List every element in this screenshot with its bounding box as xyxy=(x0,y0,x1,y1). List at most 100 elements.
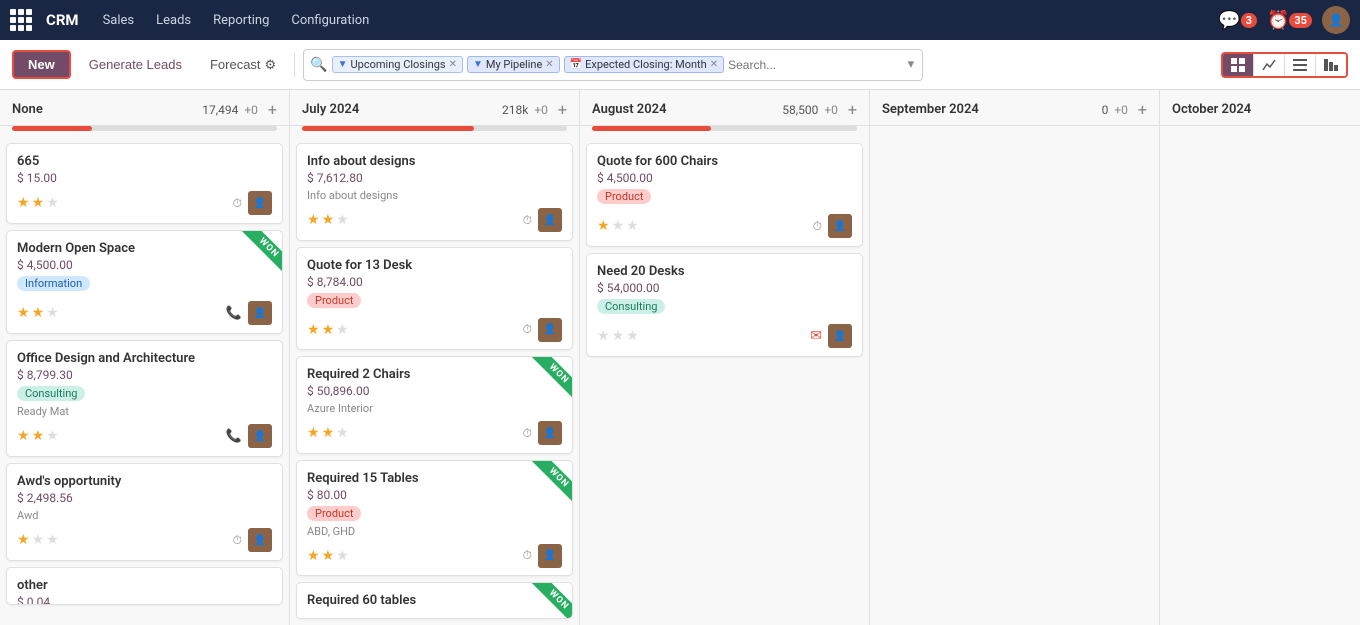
filter-tag-pipeline-close[interactable]: ✕ xyxy=(545,59,553,70)
card-avatar-c1: 👤 xyxy=(248,191,272,215)
kanban-card-j5[interactable]: WON Required 60 tables xyxy=(296,582,573,619)
card-subtitle-c4: Awd xyxy=(17,509,272,522)
card-title-c5: other xyxy=(17,578,272,593)
search-bar[interactable]: 🔍 ▼ Upcoming Closings ✕ ▼ My Pipeline ✕ … xyxy=(303,49,923,81)
card-stars-j2[interactable]: ★★★ xyxy=(307,322,349,338)
search-input[interactable] xyxy=(728,58,902,72)
column-amount-sep2024: 0 xyxy=(1102,103,1109,117)
column-title-none: None xyxy=(12,102,196,117)
kanban-card-j1[interactable]: Info about designs $ 7,612.80 Info about… xyxy=(296,143,573,241)
star-2: ★ xyxy=(32,305,45,321)
column-delta-none: +0 xyxy=(244,103,258,117)
star-3: ★ xyxy=(626,328,639,344)
card-footer-j4: ★★★ ⏱ 👤 xyxy=(307,544,562,568)
card-stars-j4[interactable]: ★★★ xyxy=(307,548,349,564)
star-3: ★ xyxy=(336,212,349,228)
clock-icon[interactable]: ⏰35 xyxy=(1267,10,1312,31)
filter-tag-pipeline[interactable]: ▼ My Pipeline ✕ xyxy=(467,56,560,73)
star-3: ★ xyxy=(46,305,59,321)
card-avatar-a1: 👤 xyxy=(828,214,852,238)
column-cards-sep2024 xyxy=(870,126,1159,625)
star-3: ★ xyxy=(46,195,59,211)
view-graph-button[interactable] xyxy=(1254,54,1285,76)
card-amount-c5: $ 0.04 xyxy=(17,595,272,605)
star-2: ★ xyxy=(322,425,335,441)
kanban-card-c5[interactable]: other $ 0.04 xyxy=(6,567,283,605)
card-amount-c1: $ 15.00 xyxy=(17,171,272,185)
kanban-card-j3[interactable]: WON Required 2 Chairs $ 50,896.00 Azure … xyxy=(296,356,573,454)
card-amount-j3: $ 50,896.00 xyxy=(307,384,562,398)
card-stars-c4[interactable]: ★★★ xyxy=(17,532,59,548)
nav-configuration[interactable]: Configuration xyxy=(283,9,377,32)
column-add-sep2024[interactable]: + xyxy=(1138,100,1147,119)
kanban-card-c2[interactable]: WON Modern Open Space $ 4,500.00 Informa… xyxy=(6,230,283,334)
column-header-july2024: July 2024 218k +0 + xyxy=(290,90,579,126)
card-tag-c2: Information xyxy=(17,276,90,291)
card-stars-a1[interactable]: ★★★ xyxy=(597,218,639,234)
star-3: ★ xyxy=(336,322,349,338)
card-stars-c1[interactable]: ★★★ xyxy=(17,195,59,211)
kanban-column-sep2024: September 2024 0 +0 + xyxy=(870,90,1160,625)
kanban-card-j4[interactable]: WON Required 15 Tables $ 80.00 Product A… xyxy=(296,460,573,576)
card-tag-c3: Consulting xyxy=(17,386,85,401)
card-stars-a2[interactable]: ★★★ xyxy=(597,328,639,344)
nav-leads[interactable]: Leads xyxy=(148,9,199,32)
card-stars-c3[interactable]: ★★★ xyxy=(17,428,59,444)
column-add-july2024[interactable]: + xyxy=(558,100,567,119)
column-add-none[interactable]: + xyxy=(268,100,277,119)
column-cards-aug2024: Quote for 600 Chairs $ 4,500.00 Product … xyxy=(580,137,869,625)
card-stars-j1[interactable]: ★★★ xyxy=(307,212,349,228)
kanban-card-c1[interactable]: 665 $ 15.00 ★★★ ⏱ 👤 xyxy=(6,143,283,224)
card-amount-j2: $ 8,784.00 xyxy=(307,275,562,289)
app-logo[interactable] xyxy=(10,9,32,31)
star-1: ★ xyxy=(597,218,610,234)
card-subtitle-j1: Info about designs xyxy=(307,189,562,202)
view-kanban-button[interactable] xyxy=(1223,54,1254,76)
star-1: ★ xyxy=(307,548,320,564)
column-delta-july2024: +0 xyxy=(534,103,548,117)
kanban-card-c3[interactable]: Office Design and Architecture $ 8,799.3… xyxy=(6,340,283,457)
star-2: ★ xyxy=(32,195,45,211)
view-activity-button[interactable] xyxy=(1316,54,1346,76)
kanban-card-a2[interactable]: Need 20 Desks $ 54,000.00 Consulting ★★★… xyxy=(586,253,863,357)
column-delta-sep2024: +0 xyxy=(1114,103,1128,117)
view-buttons xyxy=(1221,52,1348,78)
kanban-card-j2[interactable]: Quote for 13 Desk $ 8,784.00 Product ★★★… xyxy=(296,247,573,351)
card-footer-c3: ★★★ 📞 👤 xyxy=(17,424,272,448)
card-title-j1: Info about designs xyxy=(307,154,562,169)
filter-tag-upcoming[interactable]: ▼ Upcoming Closings ✕ xyxy=(332,56,463,73)
card-avatar-j2: 👤 xyxy=(538,318,562,342)
column-add-aug2024[interactable]: + xyxy=(848,100,857,119)
card-stars-c2[interactable]: ★★★ xyxy=(17,305,59,321)
kanban-card-a1[interactable]: Quote for 600 Chairs $ 4,500.00 Product … xyxy=(586,143,863,247)
card-amount-a2: $ 54,000.00 xyxy=(597,281,852,295)
card-title-c1: 665 xyxy=(17,154,272,169)
message-icon[interactable]: 💬3 xyxy=(1218,10,1257,31)
kanban-column-july2024: July 2024 218k +0 + Info about designs $… xyxy=(290,90,580,625)
grid-icon xyxy=(10,9,32,31)
card-avatar-j4: 👤 xyxy=(538,544,562,568)
filter-tag-upcoming-close[interactable]: ✕ xyxy=(449,59,457,70)
star-2: ★ xyxy=(612,328,625,344)
nav-reporting[interactable]: Reporting xyxy=(205,9,277,32)
generate-leads-button[interactable]: Generate Leads xyxy=(79,52,192,77)
column-header-none: None 17,494 +0 + xyxy=(0,90,289,126)
filter-tag-pipeline-label: My Pipeline xyxy=(486,58,542,71)
star-2: ★ xyxy=(322,548,335,564)
card-amount-a1: $ 4,500.00 xyxy=(597,171,852,185)
filter-tag-closing[interactable]: 📅 Expected Closing: Month ✕ xyxy=(564,56,724,73)
card-title-a1: Quote for 600 Chairs xyxy=(597,154,852,169)
new-button[interactable]: New xyxy=(12,50,71,79)
star-1: ★ xyxy=(597,328,610,344)
card-tag-a2: Consulting xyxy=(597,299,665,314)
nav-sales[interactable]: Sales xyxy=(95,9,143,32)
user-avatar[interactable]: 👤 xyxy=(1322,6,1350,34)
forecast-button[interactable]: Forecast ⚙ xyxy=(200,52,286,78)
column-cards-none: 665 $ 15.00 ★★★ ⏱ 👤 WON Modern Open Spac… xyxy=(0,137,289,625)
filter-tag-closing-close[interactable]: ✕ xyxy=(710,59,718,70)
card-icons-c4: ⏱ 👤 xyxy=(233,528,272,552)
search-dropdown-button[interactable]: ▾ xyxy=(906,55,917,74)
card-stars-j3[interactable]: ★★★ xyxy=(307,425,349,441)
kanban-card-c4[interactable]: Awd's opportunity $ 2,498.56 Awd ★★★ ⏱ 👤 xyxy=(6,463,283,561)
view-list-button[interactable] xyxy=(1285,54,1316,76)
